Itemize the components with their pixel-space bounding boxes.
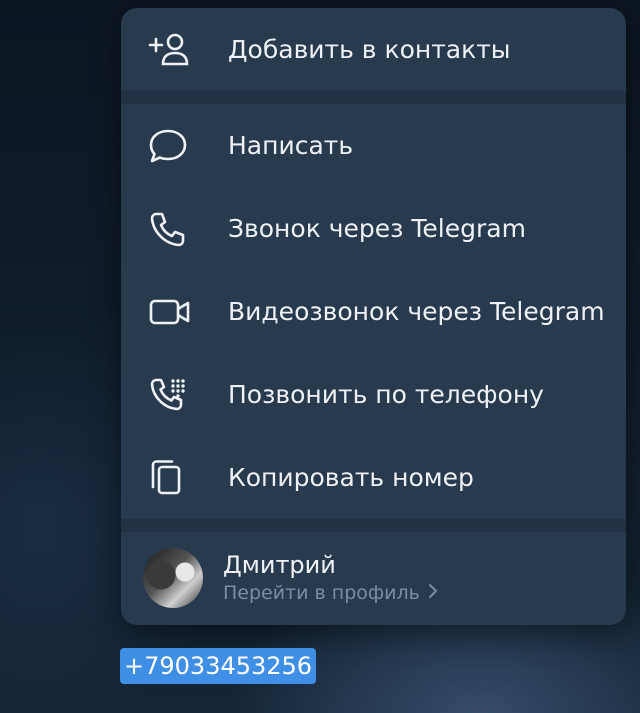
chat-bubble-icon xyxy=(148,128,210,164)
video-camera-icon xyxy=(148,294,210,330)
phone-call-item[interactable]: Позвонить по телефону xyxy=(121,353,626,436)
telegram-video-call-label: Видеозвонок через Telegram xyxy=(228,297,605,326)
profile-link[interactable]: Перейти в профиль xyxy=(223,580,438,606)
copy-icon xyxy=(148,459,210,497)
copy-number-item[interactable]: Копировать номер xyxy=(121,436,626,519)
profile-name: Дмитрий xyxy=(223,550,336,579)
section-divider xyxy=(121,519,626,532)
add-contact-label: Добавить в контакты xyxy=(228,35,511,64)
add-contact-item[interactable]: Добавить в контакты xyxy=(121,8,626,91)
avatar xyxy=(143,547,203,608)
write-message-label: Написать xyxy=(228,131,354,160)
profile-row[interactable]: Дмитрий Перейти в профиль xyxy=(121,532,626,623)
section-divider xyxy=(121,91,626,104)
telegram-call-item[interactable]: Звонок через Telegram xyxy=(121,187,626,270)
phone-icon xyxy=(148,211,210,247)
add-person-icon xyxy=(148,32,210,68)
chevron-right-icon xyxy=(428,580,438,606)
context-menu: Добавить в контакты Написать Звонок чере… xyxy=(121,8,626,625)
phone-call-label: Позвонить по телефону xyxy=(228,380,544,409)
write-message-item[interactable]: Написать xyxy=(121,104,626,187)
phone-number-link[interactable]: +79033453256 xyxy=(120,648,317,684)
phone-dialpad-icon xyxy=(148,376,210,414)
copy-number-label: Копировать номер xyxy=(228,463,474,492)
telegram-call-label: Звонок через Telegram xyxy=(228,214,526,243)
telegram-video-call-item[interactable]: Видеозвонок через Telegram xyxy=(121,270,626,353)
profile-link-label: Перейти в профиль xyxy=(223,581,420,604)
